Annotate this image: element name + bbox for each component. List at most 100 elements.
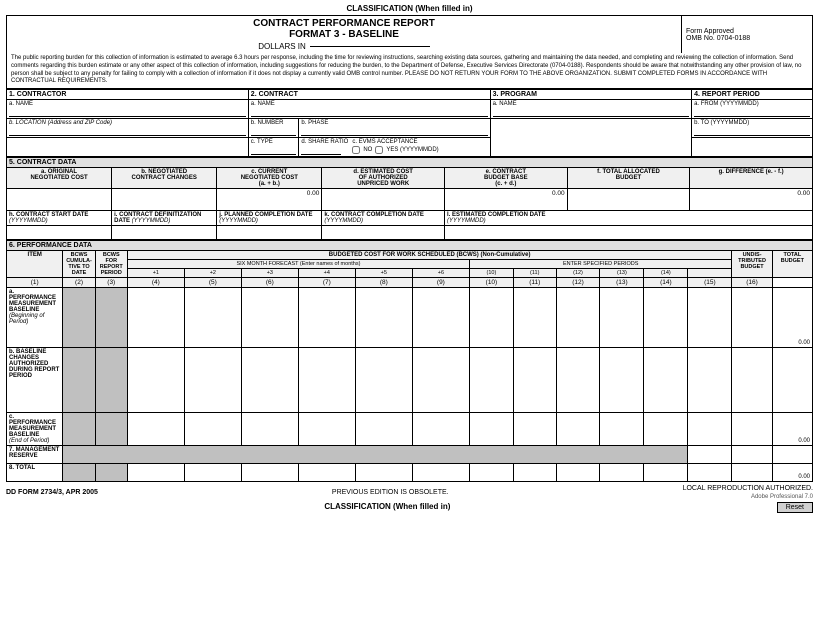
row-a-col9[interactable] (412, 288, 469, 348)
col-c-header: c. CURRENTNEGOTIATED COST(a. + b.) (217, 168, 322, 189)
row-c-col14b[interactable] (688, 413, 732, 446)
row-a-col15[interactable] (732, 288, 772, 348)
row-a-col10[interactable] (469, 288, 513, 348)
row8-col4[interactable] (127, 464, 184, 482)
s2a-value[interactable] (251, 107, 488, 117)
s5j-label: j. PLANNED COMPLETION DATE(YYYYMMDD) (217, 211, 322, 226)
col-num-13: (13) (600, 278, 644, 288)
instructions-text: The public reporting burden for this col… (6, 53, 813, 89)
row8-col14b[interactable] (688, 464, 732, 482)
col-b-value[interactable] (112, 189, 217, 211)
col-11: (11) (513, 269, 556, 278)
row-a-col7[interactable] (298, 288, 355, 348)
row8-col7[interactable] (298, 464, 355, 482)
row-a-col14b[interactable] (688, 288, 732, 348)
row7-col15[interactable] (732, 446, 772, 464)
row-b-col15[interactable] (732, 348, 772, 413)
row-c-col13[interactable] (600, 413, 644, 446)
s3b-value[interactable] (301, 126, 487, 136)
row8-col5[interactable] (184, 464, 241, 482)
row8-col8[interactable] (355, 464, 412, 482)
row-b-col5[interactable] (184, 348, 241, 413)
row-b-col4[interactable] (127, 348, 184, 413)
row-b-col7[interactable] (298, 348, 355, 413)
row8-col15[interactable] (732, 464, 772, 482)
row7-col14[interactable] (688, 446, 732, 464)
row-c-col4[interactable] (127, 413, 184, 446)
col-10: (10) (469, 269, 513, 278)
row-a-col12[interactable] (556, 288, 600, 348)
s2d-value[interactable] (301, 145, 341, 155)
row-b-col12[interactable] (556, 348, 600, 413)
row8-col9[interactable] (412, 464, 469, 482)
row-a-col4[interactable] (127, 288, 184, 348)
row-c-col15[interactable] (732, 413, 772, 446)
row-b-col9[interactable] (412, 348, 469, 413)
row-a-col14[interactable] (644, 288, 688, 348)
row8-col11[interactable] (513, 464, 556, 482)
row-a-col6[interactable] (241, 288, 298, 348)
s2b-value[interactable] (251, 126, 297, 136)
col-f-value[interactable] (567, 189, 690, 211)
omb-number: OMB No. 0704-0188 (686, 35, 808, 42)
row-c-col5[interactable] (184, 413, 241, 446)
col-num-14: (14) (644, 278, 688, 288)
row8-label: 8. TOTAL (7, 464, 63, 482)
row-a-col13[interactable] (600, 288, 644, 348)
row8-col13[interactable] (600, 464, 644, 482)
row-b-col10[interactable] (469, 348, 513, 413)
row-c-col8[interactable] (355, 413, 412, 446)
row-b-col14[interactable] (644, 348, 688, 413)
row-a-col3[interactable] (95, 288, 127, 348)
s2c-value[interactable] (251, 145, 297, 155)
undistributed-header: UNDIS-TRIBUTEDBUDGET (732, 251, 772, 278)
row-c-col7[interactable] (298, 413, 355, 446)
row-c-col6[interactable] (241, 413, 298, 446)
row-c-col3[interactable] (95, 413, 127, 446)
row8-col12[interactable] (556, 464, 600, 482)
row-b-col8[interactable] (355, 348, 412, 413)
row-a-col2[interactable] (63, 288, 95, 348)
row8-col3[interactable] (95, 464, 127, 482)
row-b-col2[interactable] (63, 348, 95, 413)
budgeted-header: BUDGETED COST FOR WORK SCHEDULED (BCWS) … (127, 251, 732, 260)
row-b-col13[interactable] (600, 348, 644, 413)
row-b-col3[interactable] (95, 348, 127, 413)
reset-button[interactable]: Reset (777, 502, 813, 513)
s3a-value[interactable] (493, 107, 690, 117)
row-c-col12[interactable] (556, 413, 600, 446)
col-d-header: d. ESTIMATED COSTOF AUTHORIZEDUNPRICED W… (322, 168, 445, 189)
s5i-value[interactable] (112, 226, 217, 240)
row-b-col11[interactable] (513, 348, 556, 413)
row-c-col9[interactable] (412, 413, 469, 446)
col-num-8: (8) (355, 278, 412, 288)
col-a-value[interactable] (7, 189, 112, 211)
evms-no-checkbox[interactable] (352, 146, 360, 154)
s4a-value[interactable] (694, 107, 810, 117)
row-c-col11[interactable] (513, 413, 556, 446)
row-a-col5[interactable] (184, 288, 241, 348)
row8-col2[interactable] (63, 464, 95, 482)
row-c-col10[interactable] (469, 413, 513, 446)
row-c-col14[interactable] (644, 413, 688, 446)
row8-col14[interactable] (644, 464, 688, 482)
row-a-col8[interactable] (355, 288, 412, 348)
s1b-value[interactable] (9, 126, 246, 136)
row-b-total (772, 348, 812, 413)
col-d-value[interactable] (322, 189, 445, 211)
row-b-col6[interactable] (241, 348, 298, 413)
s5j-value[interactable] (217, 226, 322, 240)
col-num-5: (5) (184, 278, 241, 288)
row-b-col14b[interactable] (688, 348, 732, 413)
evms-yes-checkbox[interactable] (375, 146, 383, 154)
s5k-value[interactable] (322, 226, 445, 240)
s5h-value[interactable] (7, 226, 112, 240)
row-a-total: 0.00 (772, 288, 812, 348)
row8-col10[interactable] (469, 464, 513, 482)
row8-col6[interactable] (241, 464, 298, 482)
s4b-value[interactable] (694, 126, 810, 136)
s5l-value[interactable] (445, 226, 813, 240)
row-c-col2[interactable] (63, 413, 95, 446)
s1a-value[interactable] (9, 107, 246, 117)
row-a-col11[interactable] (513, 288, 556, 348)
